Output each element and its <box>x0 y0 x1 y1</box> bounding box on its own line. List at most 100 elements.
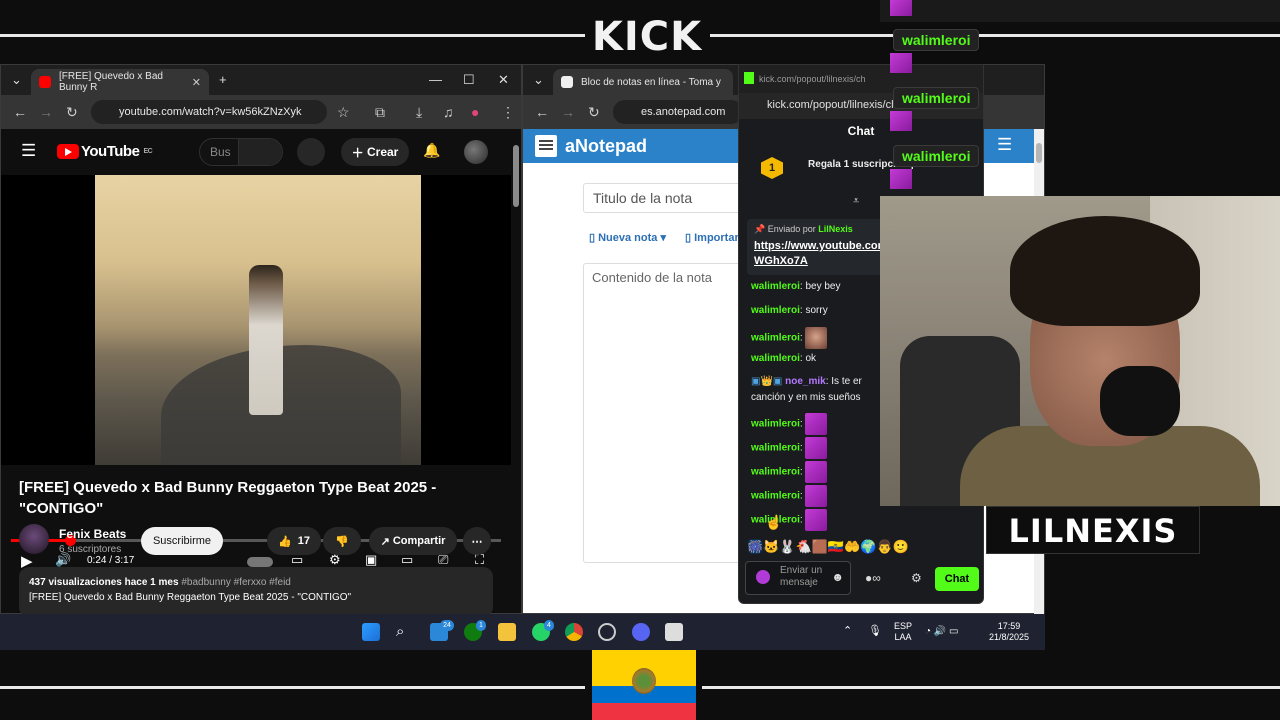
youtube-play-icon <box>57 144 79 159</box>
forward-icon[interactable]: → <box>39 104 53 120</box>
anotepad-logo[interactable]: aNotepad <box>535 135 647 157</box>
youtube-logo[interactable]: YouTube EC <box>57 143 153 160</box>
webcam-feed <box>880 196 1280 506</box>
dislike-button[interactable]: 👎 <box>323 527 361 555</box>
taskbar-explorer-icon[interactable] <box>498 623 516 641</box>
tray-clock[interactable]: 17:59 21/8/2025 <box>985 621 1033 643</box>
taskbar-search-icon[interactable]: ⌕ <box>396 623 414 641</box>
youtube-scrollbar[interactable] <box>513 145 519 207</box>
more-actions-button[interactable]: ⋯ <box>463 527 491 555</box>
chat-username[interactable]: walimleroi <box>751 419 800 430</box>
flag-red <box>592 703 696 720</box>
alert-username: walimleroi <box>893 29 980 51</box>
tray-network-sound-icons[interactable]: ◔ 🔊 ▭ <box>925 626 959 637</box>
taskbar-chrome-icon[interactable] <box>565 623 583 641</box>
badge-icons: ▣👑▣ <box>751 376 786 387</box>
chat-message: walimleroi: <box>751 437 828 459</box>
tray-lang[interactable]: ESP LAA <box>893 621 913 643</box>
kick-favicon-icon <box>744 72 754 84</box>
create-button[interactable]: ＋ Crear <box>341 138 409 166</box>
notepad-hamburger-icon[interactable]: ☰ <box>997 135 1012 155</box>
video-figure <box>249 265 283 415</box>
tab-close-icon[interactable]: ✕ <box>192 76 201 89</box>
flag-seal-icon <box>632 668 656 694</box>
quick-emote-row[interactable]: 🎆🐱🐰🐔🟫🇪🇨🤲🌍👨🙂 <box>747 539 977 559</box>
menu-icon[interactable]: ⋮ <box>501 104 515 121</box>
download-icon[interactable]: ⤓ <box>416 104 422 121</box>
chat-mic-icon[interactable] <box>756 570 770 584</box>
notepad-forward-icon[interactable]: → <box>561 104 575 120</box>
chat-gear-icon[interactable]: ⚙ <box>911 571 922 585</box>
emoji-picker-icon[interactable]: ☻ <box>831 571 844 583</box>
notepad-url-field[interactable]: es.anotepad.com <box>613 100 743 124</box>
bookmark-star-icon[interactable]: ☆ <box>337 104 350 121</box>
taskbar-app-icon[interactable] <box>665 623 683 641</box>
close-window-button[interactable]: ✕ <box>498 72 509 88</box>
hamburger-icon[interactable]: ☰ <box>21 141 36 161</box>
chat-username[interactable]: walimleroi <box>751 467 800 478</box>
taskbar-obs-icon[interactable] <box>598 623 616 641</box>
chat-settings-icon[interactable]: ●∞ <box>865 571 881 585</box>
back-icon[interactable]: ← <box>13 104 27 120</box>
notepad-reload-icon[interactable]: ↻ <box>588 104 600 121</box>
frame-line-top-left <box>0 34 585 37</box>
create-label: Crear <box>366 145 399 159</box>
video-time: 0:24 / 3:17 <box>87 555 135 566</box>
tab-youtube[interactable]: [FREE] Quevedo x Bad Bunny R ✕ <box>31 69 209 95</box>
alert-emote <box>890 169 912 189</box>
share-button[interactable]: ↗ Compartir <box>369 527 457 555</box>
channel-avatar[interactable] <box>19 524 49 554</box>
cam-microphone <box>1100 366 1180 436</box>
chat-message-input[interactable]: Enviar un mensaje ☻ <box>745 561 851 595</box>
maximize-button[interactable]: ☐ <box>463 72 475 88</box>
url-text: youtube.com/watch?v=kw56kZNzXyk <box>119 106 302 118</box>
chat-username[interactable]: walimleroi <box>751 305 800 316</box>
account-avatar[interactable] <box>464 140 488 164</box>
chat-username[interactable]: walimleroi <box>751 491 800 502</box>
chat-username[interactable]: walimleroi <box>751 333 800 344</box>
notepad-tab-search-icon[interactable]: ⌄ <box>533 72 544 88</box>
url-field[interactable]: youtube.com/watch?v=kw56kZNzXyk <box>91 100 327 124</box>
chat-username[interactable]: noe_mik <box>785 376 826 387</box>
channel-subscribers: 6 suscriptores <box>59 544 122 555</box>
video-description[interactable]: 437 visualizaciones hace 1 mes #badbunny… <box>19 567 493 617</box>
video-player[interactable]: ▶ 🔊 0:24 / 3:17 ▭ ⚙ ▣ ▭ ⎚ ⛶ <box>1 175 511 570</box>
pinned-toggle-icon[interactable]: ⩡ <box>853 195 859 208</box>
youtube-search-input[interactable]: Bus <box>199 138 283 166</box>
voice-search-icon[interactable] <box>297 138 325 166</box>
import-link[interactable]: ▯ Importar <box>685 231 739 244</box>
reload-icon[interactable]: ↻ <box>66 104 78 121</box>
notepad-back-icon[interactable]: ← <box>535 104 549 120</box>
taskbar-discord-icon[interactable] <box>632 623 650 641</box>
new-note-link[interactable]: ▯ Nueva nota ▾ <box>589 231 666 244</box>
chat-emote <box>805 413 828 435</box>
chat-username[interactable]: walimleroi <box>751 353 800 364</box>
chat-message: walimleroi: <box>751 413 828 435</box>
chat-message: walimleroi: ok <box>751 353 817 364</box>
notifications-bell-icon[interactable]: 🔔 <box>423 142 440 159</box>
extensions-icon[interactable]: ⧉ <box>375 104 385 121</box>
media-icon[interactable]: ♫ <box>443 104 454 120</box>
new-tab-button[interactable]: + <box>219 72 227 87</box>
chat-send-button[interactable]: Chat <box>935 567 979 591</box>
minimize-button[interactable]: — <box>429 72 442 87</box>
notepad-favicon-icon <box>561 76 573 88</box>
chat-message: walimleroi: <box>751 485 828 507</box>
miniplayer-icon[interactable]: ▣ <box>365 552 377 568</box>
chat-username[interactable]: walimleroi <box>751 281 800 292</box>
autoplay-toggle[interactable] <box>247 557 273 567</box>
youtube-favicon-icon <box>39 76 51 88</box>
channel-name[interactable]: Fenix Beats <box>59 527 126 541</box>
profile-icon[interactable]: ● <box>471 104 479 120</box>
chat-message: ▣👑▣ noe_mik: Is te er canción y en mis s… <box>751 376 862 403</box>
windows-start-icon[interactable] <box>362 623 380 641</box>
tab-notepad[interactable]: Bloc de notas en línea - Toma y <box>553 69 733 95</box>
tab-search-icon[interactable]: ⌄ <box>11 72 22 88</box>
chat-username[interactable]: walimleroi <box>751 443 800 454</box>
like-button[interactable]: 👍 17 <box>267 527 321 555</box>
notepad-scroll-thumb[interactable] <box>1036 143 1042 163</box>
search-icon[interactable] <box>238 139 282 165</box>
tray-mic-icon[interactable]: 🎙 <box>868 626 882 637</box>
tray-chevron-icon[interactable]: ⌃ <box>843 626 852 637</box>
subscribe-button[interactable]: Suscribirme <box>141 527 223 555</box>
